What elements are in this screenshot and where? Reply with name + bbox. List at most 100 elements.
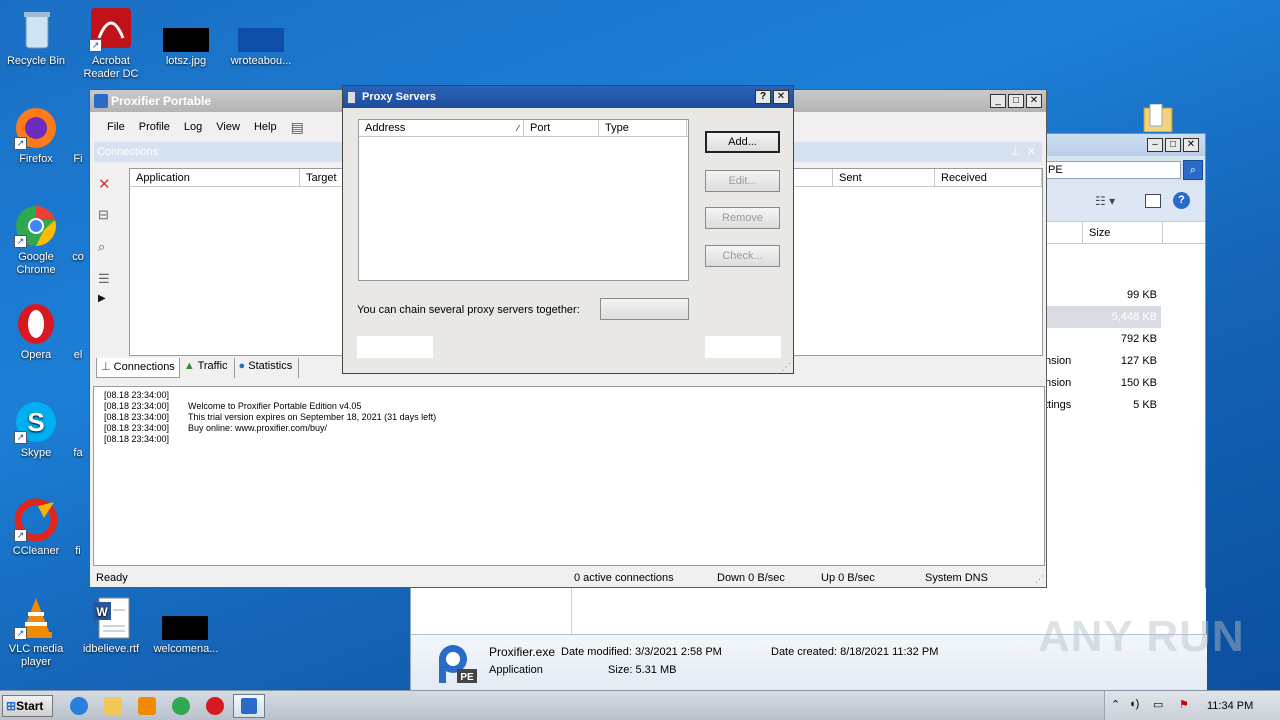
taskbar: ⊞Start ⌃ ◖) ▭ ⚑ 11:34 PM xyxy=(0,690,1280,720)
column-port[interactable]: Port xyxy=(524,120,599,136)
file-icon xyxy=(78,498,79,542)
network-icon[interactable]: ▭ xyxy=(1153,698,1163,711)
clock[interactable]: 11:34 PM xyxy=(1207,700,1253,712)
proxy-servers-toolbar-icon[interactable]: ▤ xyxy=(291,119,304,136)
view-options-icon[interactable]: ☷ ▾ xyxy=(1095,194,1115,208)
check-button[interactable]: Check... xyxy=(705,245,780,267)
desktop-icon-label: Recycle Bin xyxy=(6,55,66,67)
details-date-created: Date created: 8/18/2021 11:32 PM xyxy=(771,646,939,658)
volume-icon[interactable]: ◖) xyxy=(1129,698,1139,710)
explorer-titlebar: – □ ✕ xyxy=(1041,134,1205,156)
internet-explorer-icon[interactable] xyxy=(70,697,88,715)
search-icon[interactable]: ⌕ xyxy=(1183,160,1203,180)
show-hidden-icons-icon[interactable]: ⌃ xyxy=(1111,698,1120,711)
pin-icon[interactable]: ⊥ xyxy=(1010,145,1020,158)
close-connection-icon[interactable]: ✕ xyxy=(98,175,126,207)
tab-traffic[interactable]: ▲ Traffic xyxy=(180,358,235,378)
proxy-chains-button[interactable] xyxy=(600,298,689,320)
status-up: Up 0 B/sec xyxy=(821,572,875,584)
file-row[interactable]: 99 KB xyxy=(1041,284,1161,306)
opera-taskbar-icon[interactable] xyxy=(206,697,224,715)
file-icon xyxy=(162,596,208,640)
desktop-icon-vlc[interactable]: ↗ VLC media player xyxy=(1,596,71,669)
column-name[interactable] xyxy=(1041,222,1083,243)
desktop-icon-recycle-bin[interactable]: Recycle Bin xyxy=(1,8,71,68)
desktop-icon-welcomena[interactable]: welcomena... xyxy=(151,596,221,656)
file-icon xyxy=(78,302,79,346)
add-rule-icon[interactable]: ⌕ xyxy=(98,239,126,271)
status-bar: Ready 0 active connections Down 0 B/sec … xyxy=(90,568,1046,588)
remove-button[interactable]: Remove xyxy=(705,207,780,229)
resize-grip-icon[interactable]: ⋰ xyxy=(781,362,791,373)
help-button[interactable]: ? xyxy=(755,90,771,104)
close-button[interactable]: ✕ xyxy=(773,90,789,104)
kill-process-icon[interactable]: ⊟ xyxy=(98,207,126,239)
menu-view[interactable]: View xyxy=(216,121,240,133)
menu-file[interactable]: File xyxy=(107,121,125,133)
desktop-icon-lotsz[interactable]: lotsz.jpg xyxy=(151,8,221,68)
tab-label: Traffic xyxy=(197,360,228,372)
desktop-icon-idbelieve[interactable]: W idbelieve.rtf xyxy=(76,596,146,656)
column-type[interactable]: Type xyxy=(599,120,687,136)
maximize-button[interactable]: □ xyxy=(1008,94,1024,108)
add-button[interactable]: Add... xyxy=(705,131,780,153)
desktop-icon-label: wroteabou... xyxy=(230,55,292,67)
watermark: ANY RUN xyxy=(1038,612,1245,661)
media-player-icon[interactable] xyxy=(138,697,156,715)
proxy-list: Address ∕ Port Type xyxy=(358,119,689,281)
opera-icon xyxy=(14,302,58,346)
search-input[interactable]: PE xyxy=(1045,161,1181,179)
menu-profile[interactable]: Profile xyxy=(139,121,170,133)
resize-grip-icon[interactable]: ⋰ xyxy=(1035,574,1044,585)
desktop-icon-acrobat[interactable]: ↗ Acrobat Reader DC xyxy=(76,8,146,81)
details-icon[interactable]: ☰ xyxy=(98,271,126,293)
tab-connections[interactable]: ⊥ Connections xyxy=(96,358,180,378)
menu-log[interactable]: Log xyxy=(184,121,202,133)
edit-button[interactable]: Edit... xyxy=(705,170,780,192)
start-button[interactable]: ⊞Start xyxy=(2,695,53,717)
file-row[interactable]: ttings 5 KB xyxy=(1041,394,1161,416)
recycle-bin-icon xyxy=(14,8,58,52)
chrome-taskbar-icon[interactable] xyxy=(172,697,190,715)
log-message: This trial version expires on September … xyxy=(188,412,437,422)
status-active-connections: 0 active connections xyxy=(574,572,674,584)
traffic-icon: ▲ xyxy=(183,360,195,372)
log-line: [08.18 23:34:00] Buy online: www.proxifie… xyxy=(104,423,1044,434)
action-center-icon[interactable]: ⚑ xyxy=(1179,698,1189,711)
file-size: 5,448 KB xyxy=(1111,311,1157,323)
expand-arrow-icon[interactable]: ▶ xyxy=(98,293,126,304)
column-sent[interactable]: Sent xyxy=(833,169,935,186)
maximize-button[interactable]: □ xyxy=(1165,138,1181,152)
file-row[interactable]: nsion 127 KB xyxy=(1041,350,1161,372)
desktop-icon-label: lotsz.jpg xyxy=(165,55,207,67)
file-row-selected[interactable]: 5,448 KB xyxy=(1041,306,1161,328)
file-row[interactable]: nsion 150 KB xyxy=(1041,372,1161,394)
proxifier-taskbar-button[interactable] xyxy=(233,694,265,718)
file-icon xyxy=(238,8,284,52)
log-time: [08.18 23:34:00] xyxy=(104,401,170,411)
column-application[interactable]: Application xyxy=(130,169,300,186)
system-tray: ⌃ ◖) ▭ ⚑ 11:34 PM xyxy=(1104,691,1280,720)
bottom-right-button[interactable] xyxy=(705,336,781,358)
minimize-button[interactable]: _ xyxy=(990,94,1006,108)
close-panel-icon[interactable]: ✕ xyxy=(1027,145,1036,158)
tab-statistics[interactable]: ● Statistics xyxy=(235,358,300,378)
menu-help[interactable]: Help xyxy=(254,121,277,133)
file-row[interactable]: 792 KB xyxy=(1041,328,1161,350)
help-icon[interactable]: ? xyxy=(1173,192,1190,209)
desktop-icon-wroteabou[interactable]: wroteabou... xyxy=(226,8,296,68)
bottom-left-button[interactable] xyxy=(357,336,433,358)
log-line: [08.18 23:34:00] xyxy=(104,434,1044,445)
minimize-button[interactable]: – xyxy=(1147,138,1163,152)
file-icon xyxy=(78,106,79,150)
tab-label: Statistics xyxy=(248,360,293,372)
close-button[interactable]: ✕ xyxy=(1026,94,1042,108)
status-ready: Ready xyxy=(96,572,128,584)
column-size[interactable]: Size xyxy=(1083,222,1163,243)
preview-pane-icon[interactable] xyxy=(1145,194,1161,208)
close-button[interactable]: ✕ xyxy=(1183,138,1199,152)
column-received[interactable]: Received xyxy=(935,169,1042,186)
svg-text:PE: PE xyxy=(460,672,474,683)
column-address[interactable]: Address ∕ xyxy=(359,120,524,136)
explorer-taskbar-icon[interactable] xyxy=(104,697,122,715)
